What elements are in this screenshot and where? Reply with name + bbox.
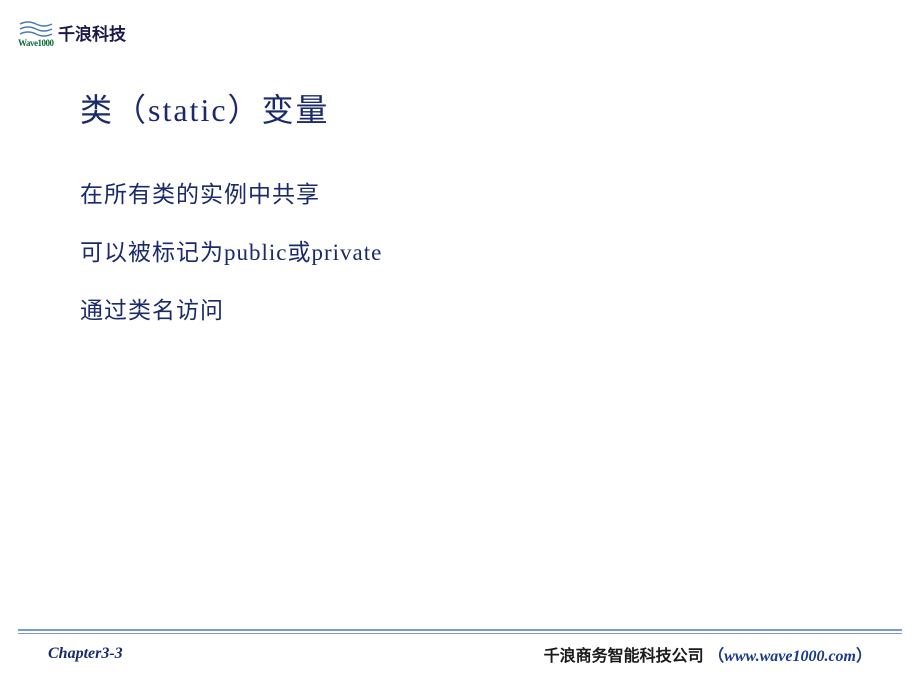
bullet-line: 通过类名访问 [80, 291, 382, 325]
bullet-line: 可以被标记为public或private [80, 233, 382, 267]
slide-footer: Chapter3-3 千浪商务智能科技公司 （www.wave1000.com） [0, 642, 920, 666]
paren-close: ） [856, 648, 872, 665]
paren-open: （ [708, 648, 724, 665]
slide-title: 类（static）变量 [80, 85, 330, 131]
slide-content: 在所有类的实例中共享 可以被标记为public或private 通过类名访问 [80, 175, 382, 349]
footer-company: 千浪商务智能科技公司 （www.wave1000.com） [544, 642, 872, 666]
chapter-prefix: Chapter3 [48, 645, 109, 662]
company-url: www.wave1000.com [724, 648, 856, 665]
company-full-name: 千浪商务智能科技公司 [544, 648, 704, 665]
bullet-line: 在所有类的实例中共享 [80, 175, 382, 209]
footer-divider [18, 629, 902, 634]
company-name: 千浪科技 [58, 20, 126, 45]
chapter-suffix: -3 [109, 645, 122, 662]
logo-subtext: Wave1000 [18, 38, 54, 48]
chapter-indicator: Chapter3-3 [48, 645, 123, 663]
